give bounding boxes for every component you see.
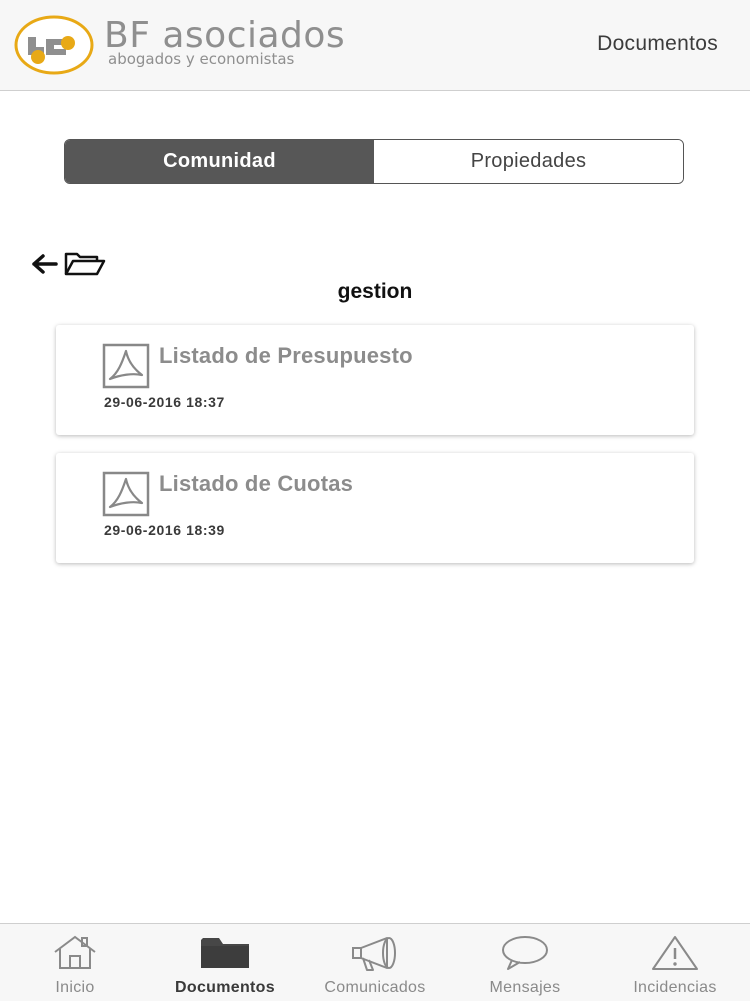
tab-label: Inicio: [55, 979, 95, 996]
document-card[interactable]: Listado de Cuotas 29-06-2016 18:39: [56, 453, 694, 563]
pdf-icon: [102, 343, 150, 389]
megaphone-icon: [352, 937, 396, 971]
tab-label: Incidencias: [633, 979, 717, 996]
brand-tagline: abogados y economistas: [108, 50, 295, 68]
document-card[interactable]: Listado de Presupuesto 29-06-2016 18:37: [56, 325, 694, 435]
tab-documentos[interactable]: Documentos: [150, 924, 300, 1001]
tab-label: Documentos: [175, 979, 275, 996]
warning-icon: [652, 936, 698, 970]
home-icon: [54, 935, 96, 969]
folder-name: gestion: [337, 280, 413, 303]
tab-propiedades[interactable]: Propiedades: [374, 140, 683, 183]
tab-mensajes[interactable]: Mensajes: [450, 924, 600, 1001]
tab-inicio[interactable]: Inicio: [0, 924, 150, 1001]
pdf-icon: [102, 471, 150, 517]
bottom-tab-bar: Inicio Documentos Comunicados Mensajes I…: [0, 923, 750, 1001]
document-title[interactable]: Listado de Cuotas: [159, 471, 353, 497]
document-title[interactable]: Listado de Presupuesto: [159, 343, 413, 369]
tab-label: Comunicados: [324, 979, 426, 996]
document-date: 29-06-2016 18:39: [104, 522, 225, 538]
folder-open-icon[interactable]: [64, 251, 106, 277]
brand-logo: [14, 15, 94, 75]
page-title: Documentos: [597, 32, 718, 55]
tab-incidencias[interactable]: Incidencias: [600, 924, 750, 1001]
app-header: BF asociados abogados y economistas Docu…: [0, 0, 750, 91]
chat-bubble-icon: [502, 936, 548, 970]
tab-comunidad[interactable]: Comunidad: [65, 140, 374, 183]
segmented-control: Comunidad Propiedades: [64, 139, 684, 184]
folder-nav: [32, 250, 106, 278]
arrow-left-icon[interactable]: [32, 253, 58, 275]
document-date: 29-06-2016 18:37: [104, 394, 225, 410]
folder-icon: [201, 938, 249, 968]
tab-comunicados[interactable]: Comunicados: [300, 924, 450, 1001]
tab-label: Mensajes: [489, 979, 561, 996]
